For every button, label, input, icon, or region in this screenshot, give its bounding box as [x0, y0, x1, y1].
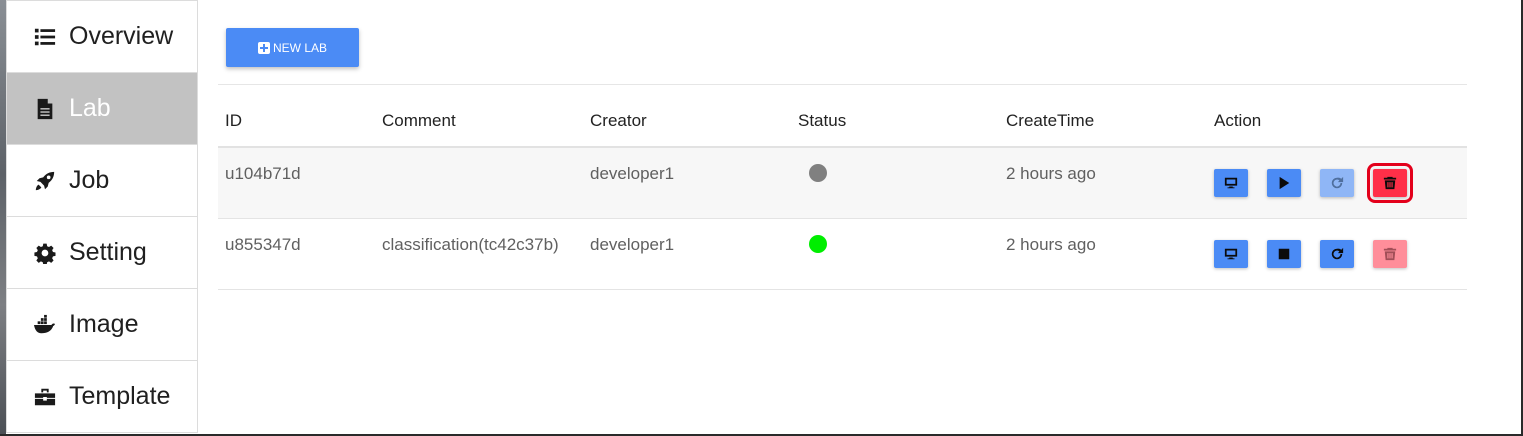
table-row: u855347d classification(tc42c37b) develo… [218, 218, 1467, 290]
table-header-row: ID Comment Creator Status CreateTime Act… [218, 95, 1467, 148]
trash-icon [1383, 247, 1397, 261]
table-row: u104b71d developer1 2 hours ago [218, 147, 1467, 219]
open-desktop-button[interactable] [1214, 240, 1248, 268]
file-icon [33, 97, 57, 121]
plus-icon [257, 41, 270, 54]
labs-table: ID Comment Creator Status CreateTime Act… [218, 95, 1467, 290]
sidebar-item-job[interactable]: Job [6, 145, 198, 217]
column-header-id[interactable]: ID [218, 95, 375, 148]
docker-icon [33, 313, 57, 337]
cell-status [791, 147, 999, 219]
column-header-creator[interactable]: Creator [583, 95, 791, 148]
sidebar-item-template[interactable]: Template [6, 361, 198, 433]
new-lab-label: NEW LAB [272, 40, 327, 55]
cell-id: u855347d [218, 218, 375, 290]
stop-button[interactable] [1267, 240, 1301, 268]
sidebar-item-lab[interactable]: Lab [6, 73, 198, 145]
sidebar-item-setting[interactable]: Setting [6, 217, 198, 289]
restart-button[interactable] [1320, 240, 1354, 268]
trash-icon [1383, 176, 1397, 190]
cell-actions [1207, 147, 1467, 219]
restart-button[interactable] [1320, 169, 1354, 197]
sidebar-item-label: Setting [69, 238, 147, 266]
sidebar-item-label: Lab [69, 94, 111, 122]
sidebar-item-image[interactable]: Image [6, 289, 198, 361]
sidebar-item-label: Overview [69, 22, 174, 50]
main-content: NEW LAB ID Comment Creator Status Create… [218, 0, 1468, 436]
gear-icon [33, 241, 57, 265]
stop-icon [1278, 248, 1290, 260]
list-icon [33, 25, 57, 49]
status-indicator-running [809, 235, 827, 253]
cell-creator: developer1 [583, 218, 791, 290]
cell-comment: classification(tc42c37b) [375, 218, 583, 290]
cell-actions [1207, 218, 1467, 290]
sidebar-item-label: Template [69, 382, 171, 410]
desktop-icon [1224, 248, 1238, 260]
desktop-icon [1224, 177, 1238, 189]
cell-status [791, 218, 999, 290]
delete-button[interactable] [1367, 163, 1413, 203]
sidebar-item-label: Job [69, 166, 110, 194]
restart-icon [1331, 247, 1344, 260]
start-button[interactable] [1267, 169, 1301, 197]
divider [218, 84, 1467, 85]
delete-button[interactable] [1373, 240, 1407, 268]
restart-icon [1331, 176, 1344, 189]
rocket-icon [33, 169, 57, 193]
cell-comment [375, 147, 583, 219]
cell-createtime: 2 hours ago [999, 218, 1207, 290]
play-icon [1279, 176, 1290, 190]
column-header-action: Action [1207, 95, 1467, 148]
cell-createtime: 2 hours ago [999, 147, 1207, 219]
column-header-status[interactable]: Status [791, 95, 999, 148]
new-lab-button[interactable]: NEW LAB [226, 28, 359, 67]
cell-id: u104b71d [218, 147, 375, 219]
toolbox-icon [33, 385, 57, 409]
column-header-comment[interactable]: Comment [375, 95, 583, 148]
cell-creator: developer1 [583, 147, 791, 219]
sidebar-item-label: Image [69, 310, 139, 338]
sidebar: Overview Lab Job Setting Image Template [6, 0, 198, 436]
open-desktop-button[interactable] [1214, 169, 1248, 197]
column-header-createtime[interactable]: CreateTime [999, 95, 1207, 148]
status-indicator-stopped [809, 164, 827, 182]
sidebar-item-overview[interactable]: Overview [6, 0, 198, 73]
